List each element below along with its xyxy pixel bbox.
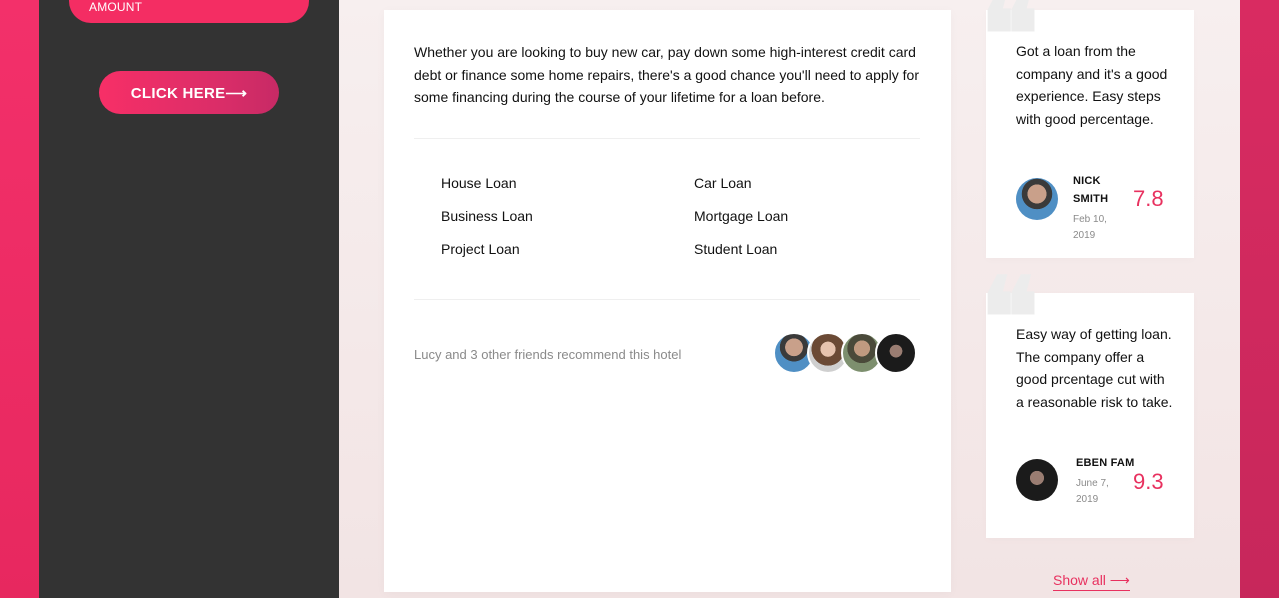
testimonial-text: Easy way of getting loan. The company of…	[1016, 326, 1173, 410]
testimonial-text: Got a loan from the company and it's a g…	[1016, 43, 1168, 127]
loan-type-item[interactable]: Car Loan	[694, 173, 914, 193]
testimonial-card: ❝ Got a loan from the company and it's a…	[980, 0, 1194, 258]
click-here-button[interactable]: CLICK HERE⟶	[99, 71, 279, 114]
friends-avatar-group[interactable]	[773, 332, 923, 374]
show-all-link[interactable]: Show all ⟶	[1053, 572, 1130, 591]
amount-label: AMOUNT	[89, 0, 143, 14]
amount-field[interactable]: AMOUNT	[69, 0, 309, 23]
loan-type-item[interactable]: Business Loan	[441, 206, 694, 226]
recommend-text: Lucy and 3 other friends recommend this …	[414, 347, 682, 362]
review-date: Feb 10, 2019	[1073, 214, 1107, 241]
avatar	[1016, 459, 1058, 501]
reviewer-name: NICK SMITH	[1073, 175, 1109, 205]
content-area: Whether you are looking to buy new car, …	[339, 0, 1240, 598]
divider	[414, 138, 920, 139]
testimonial-card: ❝ Easy way of getting loan. The company …	[980, 263, 1194, 538]
sidebar: AMOUNT CLICK HERE⟶	[39, 0, 339, 598]
loan-info-card: Whether you are looking to buy new car, …	[384, 10, 951, 592]
review-rating: 9.3	[1133, 469, 1164, 494]
loan-type-item[interactable]: House Loan	[441, 173, 694, 193]
loan-type-list: House Loan Car Loan Business Loan Mortga…	[441, 173, 921, 259]
left-gradient-edge	[0, 0, 39, 598]
divider	[414, 299, 920, 300]
review-date: June 7, 2019	[1076, 478, 1109, 505]
avatar[interactable]	[875, 332, 917, 374]
avatar	[1016, 178, 1058, 220]
loan-type-item[interactable]: Mortgage Loan	[694, 206, 914, 226]
loan-type-item[interactable]: Project Loan	[441, 239, 694, 259]
loan-type-item[interactable]: Student Loan	[694, 239, 914, 259]
review-rating: 7.8	[1133, 186, 1164, 211]
intro-paragraph: Whether you are looking to buy new car, …	[414, 44, 919, 105]
right-gradient-edge	[1240, 0, 1279, 598]
